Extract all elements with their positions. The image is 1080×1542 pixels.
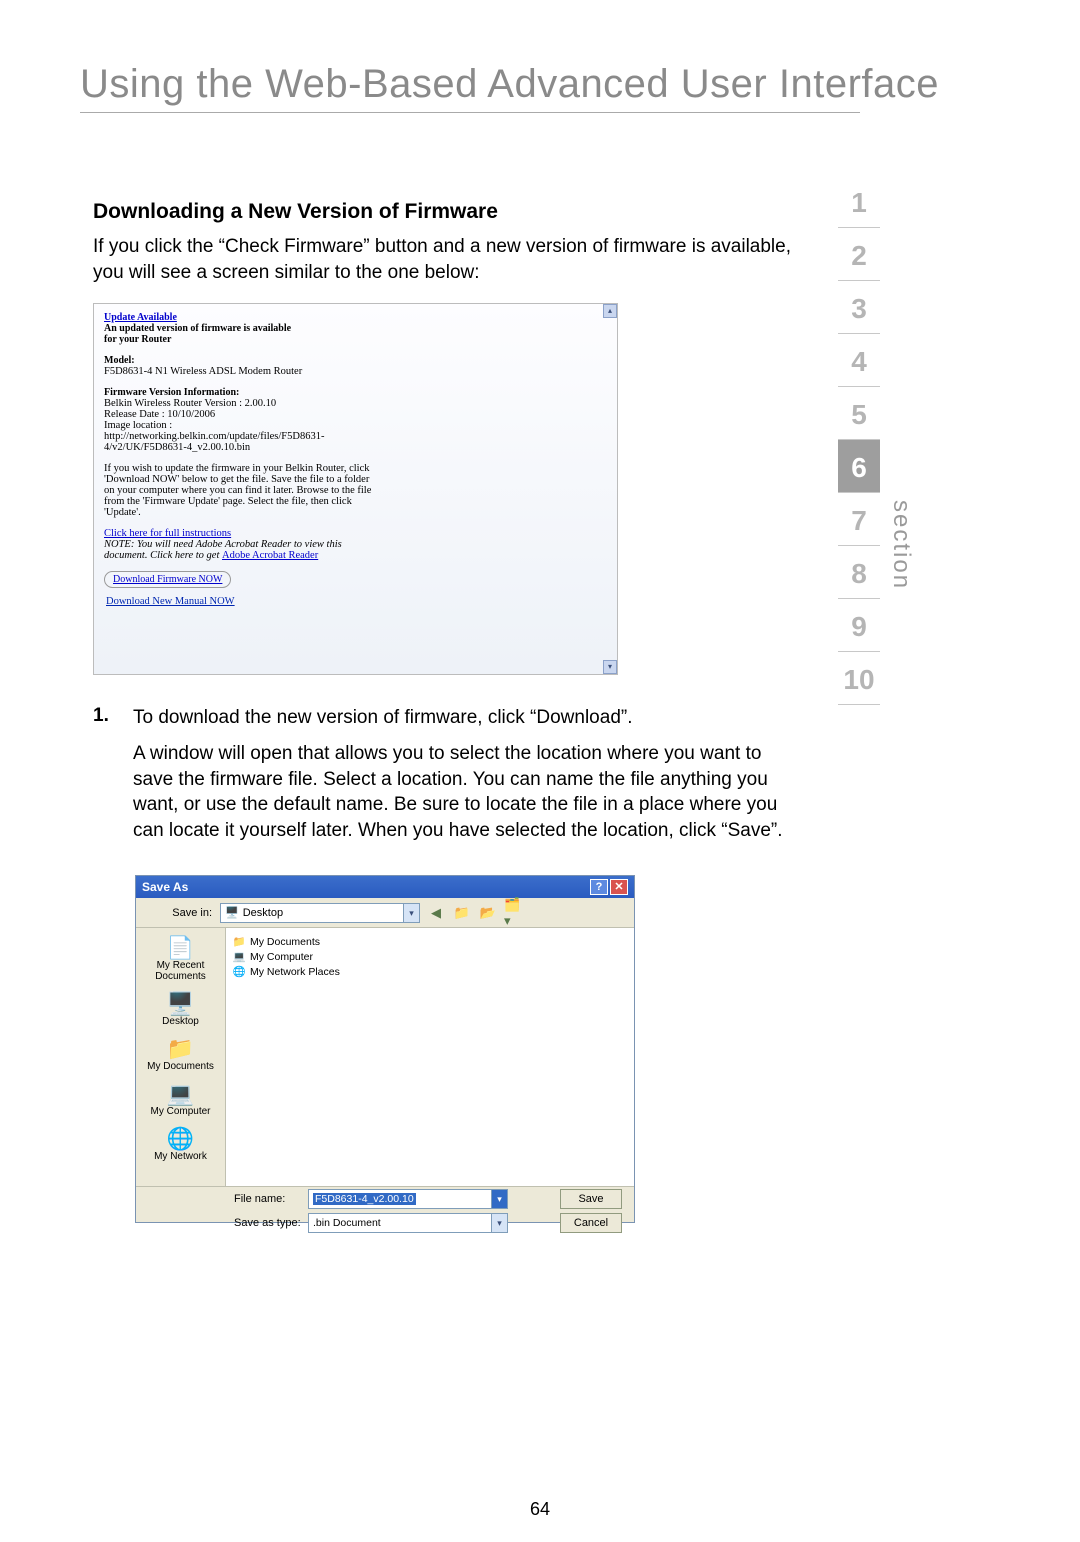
- download-manual-link[interactable]: Download New Manual NOW: [106, 596, 235, 607]
- section-nav: 1 2 3 4 5 6 7 8 9 10: [838, 175, 880, 705]
- cancel-button[interactable]: Cancel: [560, 1213, 622, 1233]
- network-icon: 🌐: [232, 965, 246, 978]
- scroll-down-icon[interactable]: ▾: [603, 660, 617, 674]
- scroll-up-icon[interactable]: ▴: [603, 304, 617, 318]
- nav-3[interactable]: 3: [838, 281, 880, 334]
- download-firmware-button[interactable]: Download Firmware NOW: [104, 571, 231, 588]
- nav-2[interactable]: 2: [838, 228, 880, 281]
- help-icon[interactable]: ?: [590, 879, 608, 895]
- back-icon[interactable]: ◀: [426, 903, 446, 923]
- file-listing[interactable]: 📁My Documents 💻My Computer 🌐My Network P…: [226, 928, 634, 1186]
- page-number: 64: [530, 1499, 550, 1520]
- intro-paragraph: If you click the “Check Firmware” button…: [93, 234, 793, 285]
- nav-10[interactable]: 10: [838, 652, 880, 705]
- nav-5[interactable]: 5: [838, 387, 880, 440]
- ver-line3: Image location :: [104, 420, 172, 431]
- section-label: section: [887, 500, 915, 590]
- step-1-text: To download the new version of firmware,…: [133, 705, 633, 731]
- place-desktop[interactable]: 🖥️Desktop: [142, 990, 220, 1033]
- nav-9[interactable]: 9: [838, 599, 880, 652]
- title-rule: [80, 112, 860, 113]
- main-content: Downloading a New Version of Firmware If…: [93, 200, 793, 843]
- update-available-link[interactable]: Update Available: [104, 312, 177, 323]
- computer-icon: 💻: [232, 950, 246, 963]
- list-item[interactable]: 🌐My Network Places: [232, 964, 628, 979]
- savein-combo[interactable]: 🖥️ Desktop ▾: [220, 903, 420, 923]
- adobe-reader-link[interactable]: Adobe Acrobat Reader: [222, 550, 318, 561]
- nav-4[interactable]: 4: [838, 334, 880, 387]
- update-sub2: for your Router: [104, 334, 171, 345]
- sub-heading: Downloading a New Version of Firmware: [93, 200, 793, 224]
- savein-label: Save in:: [142, 907, 212, 919]
- full-instructions-link[interactable]: Click here for full instructions: [104, 528, 231, 539]
- place-mynetwork[interactable]: 🌐My Network: [142, 1125, 220, 1168]
- list-item[interactable]: 💻My Computer: [232, 949, 628, 964]
- savetype-label: Save as type:: [234, 1217, 304, 1229]
- ver-label: Firmware Version Information:: [104, 387, 239, 398]
- nav-1[interactable]: 1: [838, 175, 880, 228]
- chevron-down-icon[interactable]: ▾: [491, 1214, 507, 1232]
- instr-block: If you wish to update the firmware in yo…: [104, 463, 374, 518]
- update-sub1: An updated version of firmware is availa…: [104, 323, 291, 334]
- nav-7[interactable]: 7: [838, 493, 880, 546]
- place-recent[interactable]: 📄My Recent Documents: [142, 934, 220, 988]
- savein-value: Desktop: [243, 907, 283, 919]
- new-folder-icon[interactable]: 📂: [478, 903, 498, 923]
- up-folder-icon[interactable]: 📁: [452, 903, 472, 923]
- save-as-bottom: File name: F5D8631-4_v2.00.10▾ Save Save…: [136, 1186, 634, 1230]
- firmware-screenshot: ▴ Update Available An updated version of…: [93, 303, 618, 675]
- ver-line4: http://networking.belkin.com/update/file…: [104, 431, 324, 453]
- filename-label: File name:: [234, 1193, 304, 1205]
- place-mydocs[interactable]: 📁My Documents: [142, 1035, 220, 1078]
- model-label: Model:: [104, 355, 135, 366]
- folder-icon: 📁: [232, 935, 246, 948]
- places-bar: 📄My Recent Documents 🖥️Desktop 📁My Docum…: [136, 928, 226, 1186]
- save-as-titlebar: Save As ? ✕: [136, 876, 634, 898]
- views-icon[interactable]: 🗂️▾: [504, 903, 524, 923]
- save-as-toolbar: Save in: 🖥️ Desktop ▾ ◀ 📁 📂 🗂️▾: [136, 898, 634, 928]
- ver-line1: Belkin Wireless Router Version : 2.00.10: [104, 398, 276, 409]
- save-button[interactable]: Save: [560, 1189, 622, 1209]
- chevron-down-icon[interactable]: ▾: [491, 1190, 507, 1208]
- savetype-combo[interactable]: .bin Document▾: [308, 1213, 508, 1233]
- place-mycomputer[interactable]: 💻My Computer: [142, 1080, 220, 1123]
- step-1-number: 1.: [93, 705, 133, 731]
- close-icon[interactable]: ✕: [610, 879, 628, 895]
- nav-8[interactable]: 8: [838, 546, 880, 599]
- list-item[interactable]: 📁My Documents: [232, 934, 628, 949]
- save-as-title: Save As: [142, 880, 188, 894]
- nav-6[interactable]: 6: [838, 440, 880, 493]
- filename-input[interactable]: F5D8631-4_v2.00.10▾: [308, 1189, 508, 1209]
- model-value: F5D8631-4 N1 Wireless ADSL Modem Router: [104, 366, 302, 377]
- note-acrobat-2: Click here to get: [150, 550, 222, 561]
- page-title: Using the Web-Based Advanced User Interf…: [80, 62, 939, 107]
- step-1-continuation: A window will open that allows you to se…: [133, 741, 783, 844]
- chevron-down-icon[interactable]: ▾: [403, 904, 419, 922]
- save-as-dialog: Save As ? ✕ Save in: 🖥️ Desktop ▾ ◀ 📁 📂 …: [135, 875, 635, 1223]
- desktop-icon: 🖥️: [225, 906, 239, 919]
- ver-line2: Release Date : 10/10/2006: [104, 409, 215, 420]
